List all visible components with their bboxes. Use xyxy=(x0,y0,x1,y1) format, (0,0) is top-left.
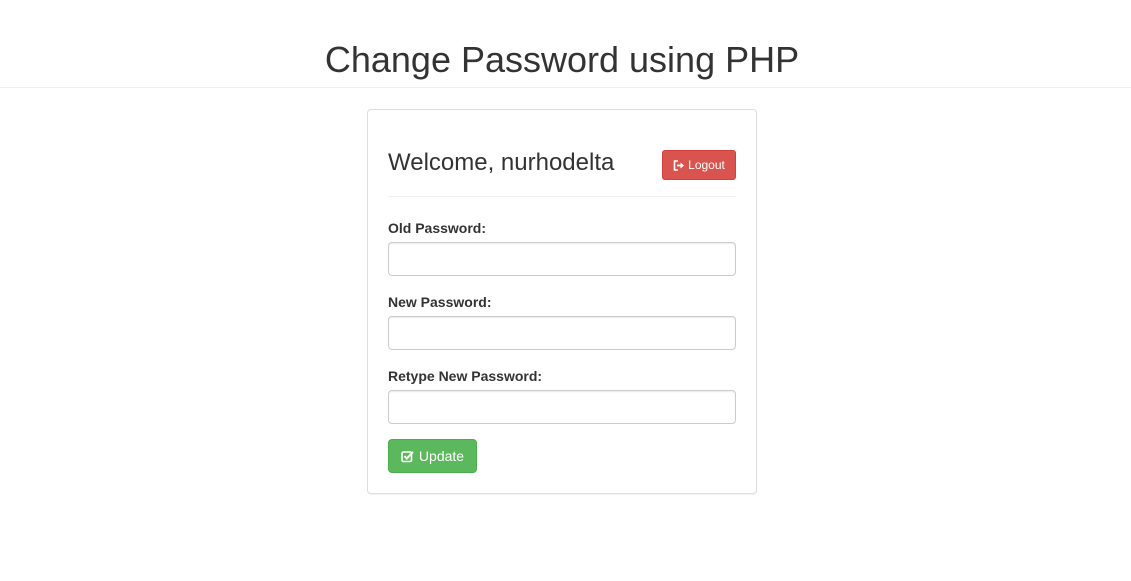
divider xyxy=(388,196,736,197)
sign-out-icon xyxy=(673,159,685,171)
page-title: Change Password using PHP xyxy=(324,39,800,80)
change-password-panel: Welcome, nurhodelta Logout Old Password:… xyxy=(367,109,757,494)
check-square-icon xyxy=(401,450,414,463)
old-password-label: Old Password: xyxy=(388,220,487,236)
retype-password-input[interactable] xyxy=(388,390,736,424)
logout-label: Logout xyxy=(688,158,725,172)
page-header: Change Password using PHP xyxy=(0,0,1131,88)
old-password-input[interactable] xyxy=(388,242,736,276)
logout-button[interactable]: Logout xyxy=(662,150,736,180)
update-button[interactable]: Update xyxy=(388,439,477,473)
update-label: Update xyxy=(418,448,465,464)
welcome-prefix: Welcome, xyxy=(388,149,501,176)
new-password-label: New Password: xyxy=(388,294,492,310)
username: nurhodelta xyxy=(500,149,615,176)
welcome-message: Welcome, nurhodelta xyxy=(388,148,614,178)
new-password-input[interactable] xyxy=(388,316,736,350)
retype-password-label: Retype New Password: xyxy=(388,368,543,384)
